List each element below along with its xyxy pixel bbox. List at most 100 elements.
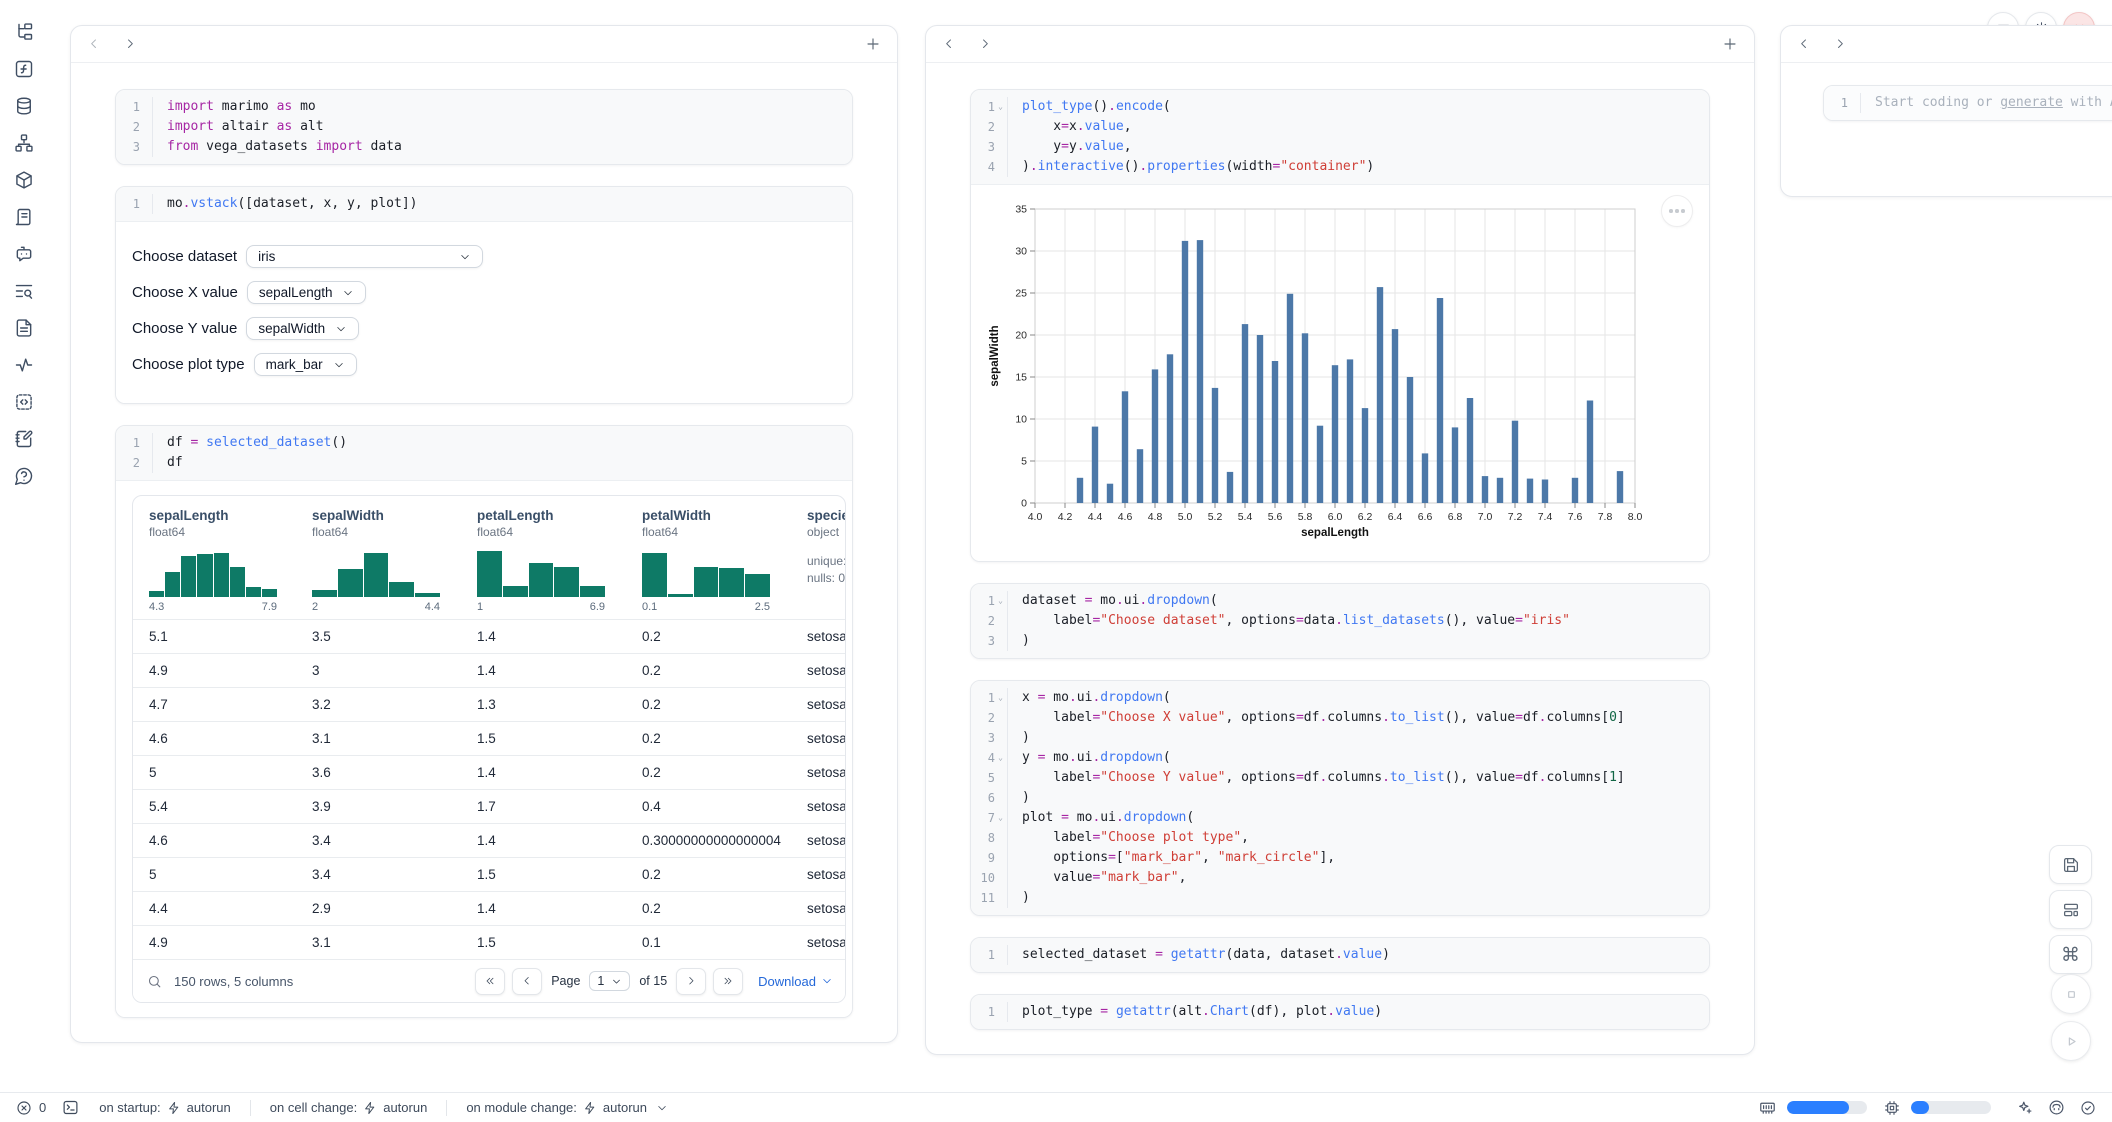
file-text-icon[interactable]	[14, 318, 34, 338]
table-row[interactable]: 4.73.21.30.2setosa	[133, 687, 845, 721]
run-mode-3[interactable]: on module change:autorun	[466, 1100, 668, 1115]
table-row[interactable]: 4.63.41.40.30000000000000004setosa	[133, 823, 845, 857]
database-icon[interactable]	[14, 96, 34, 116]
code-editor[interactable]: 1df = selected_dataset()2df	[116, 426, 852, 480]
cell-xy-dropdowns[interactable]: 1⌄x = mo.ui.dropdown(2 label="Choose X v…	[970, 680, 1710, 916]
help-circle-icon[interactable]	[14, 466, 34, 486]
cell-selected-dataset[interactable]: 1selected_dataset = getattr(data, datase…	[970, 937, 1710, 973]
table-row[interactable]: 4.931.40.2setosa	[133, 653, 845, 687]
cell-scratchpad[interactable]: 1 Start coding or generate with AI	[1823, 85, 2112, 121]
run-mode-2[interactable]: on cell change:autorun	[270, 1100, 428, 1115]
activity-icon[interactable]	[14, 355, 34, 375]
code-line: 4).interactive().properties(width="conta…	[971, 157, 1709, 177]
altair-bar-chart[interactable]: 051015202530354.04.24.44.64.85.05.25.45.…	[987, 201, 1659, 543]
ai-sparkles-icon[interactable]	[2016, 1099, 2033, 1116]
next-page-button[interactable]	[676, 968, 706, 995]
file-tree-icon[interactable]	[14, 22, 34, 42]
column-header-sepalWidth[interactable]: sepalWidthfloat6424.4	[298, 504, 463, 619]
copilot-icon[interactable]	[2048, 1099, 2065, 1116]
layout-button[interactable]	[2049, 890, 2092, 929]
svg-text:6.0: 6.0	[1328, 511, 1343, 523]
code-editor[interactable]: 1⌄dataset = mo.ui.dropdown(2 label="Choo…	[971, 584, 1709, 658]
scroll-icon[interactable]	[14, 207, 34, 227]
first-page-button[interactable]	[475, 968, 505, 995]
code-editor[interactable]: 1⌄x = mo.ui.dropdown(2 label="Choose X v…	[971, 681, 1709, 915]
chevron-left-icon[interactable]	[1797, 37, 1811, 51]
fold-chevron-icon[interactable]: ⌄	[995, 748, 1006, 768]
table-row[interactable]: 53.61.40.2setosa	[133, 755, 845, 789]
previous-page-button[interactable]	[512, 968, 542, 995]
code-line: 10 value="mark_bar",	[971, 868, 1709, 888]
cell-df[interactable]: 1df = selected_dataset()2df sepalLengthfl…	[115, 425, 853, 1018]
code-editor[interactable]: 1selected_dataset = getattr(data, datase…	[971, 938, 1709, 972]
selected-value: sepalWidth	[258, 321, 325, 336]
table-row[interactable]: 5.13.51.40.2setosa	[133, 619, 845, 653]
svg-text:5.2: 5.2	[1208, 511, 1223, 523]
terminal-button[interactable]	[62, 1099, 79, 1116]
run-mode-1[interactable]: on startup:autorun	[99, 1100, 231, 1115]
chart-actions-button[interactable]	[1661, 195, 1693, 227]
download-button[interactable]: Download	[758, 974, 833, 989]
histogram-bar	[503, 586, 528, 598]
last-page-button[interactable]	[713, 968, 743, 995]
choose-dataset-select[interactable]: iris	[246, 245, 483, 268]
cell-plot[interactable]: 1⌄plot_type().encode(2 x=x.value,3 y=y.v…	[970, 89, 1710, 562]
keyboard-shortcuts-button[interactable]: ⌘	[2049, 935, 2092, 974]
code-editor[interactable]: 1plot_type = getattr(alt.Chart(df), plot…	[971, 995, 1709, 1029]
chevron-right-icon[interactable]	[123, 37, 137, 51]
cell-imports[interactable]: 1import marimo as mo2import altair as al…	[115, 89, 853, 165]
fold-chevron-icon[interactable]: ⌄	[995, 808, 1006, 828]
snippets-icon[interactable]	[14, 392, 34, 412]
cell-plot-type[interactable]: 1plot_type = getattr(alt.Chart(df), plot…	[970, 994, 1710, 1030]
add-cell-icon[interactable]	[865, 36, 881, 52]
connection-status-icon[interactable]	[2080, 1100, 2096, 1116]
chevron-right-icon[interactable]	[1833, 37, 1847, 51]
fold-chevron-icon[interactable]: ⌄	[995, 97, 1006, 117]
errors-indicator[interactable]: 0	[16, 1100, 46, 1116]
histogram-bar	[580, 586, 605, 598]
choose-y-value-select[interactable]: sepalWidth	[246, 317, 359, 340]
fold-chevron-icon[interactable]: ⌄	[995, 688, 1006, 708]
column-header-sepalLength[interactable]: sepalLengthfloat644.37.9	[133, 504, 298, 619]
zap-icon	[583, 1101, 597, 1115]
line-number: 5	[971, 768, 1008, 788]
chevron-left-icon[interactable]	[87, 37, 101, 51]
text-search-icon[interactable]	[14, 281, 34, 301]
run-button[interactable]	[2051, 1021, 2091, 1061]
function-square-icon[interactable]	[14, 59, 34, 79]
table-row[interactable]: 5.43.91.70.4setosa	[133, 789, 845, 823]
table-row[interactable]: 4.93.11.50.1setosa	[133, 925, 845, 959]
page-select[interactable]: 1	[589, 971, 630, 991]
table-cell: 2.9	[298, 901, 463, 916]
column-header-species[interactable]: speciesobjectunique: 3nulls: 0	[793, 504, 845, 619]
cell-dataset-dropdown[interactable]: 1⌄dataset = mo.ui.dropdown(2 label="Choo…	[970, 583, 1710, 659]
hist-min: 4.3	[149, 601, 164, 613]
code-editor[interactable]: 1mo.vstack([dataset, x, y, plot])	[116, 187, 852, 221]
stop-button[interactable]	[2051, 974, 2091, 1014]
column-header-petalLength[interactable]: petalLengthfloat6416.9	[463, 504, 628, 619]
dependency-graph-icon[interactable]	[14, 133, 34, 153]
add-cell-icon[interactable]	[1722, 36, 1738, 52]
chevron-left-icon[interactable]	[942, 37, 956, 51]
line-number: 2	[971, 117, 1008, 137]
scratchpad-placeholder[interactable]: Start coding or generate with AI	[1861, 93, 2112, 113]
fold-chevron-icon[interactable]: ⌄	[995, 591, 1006, 611]
chat-bot-icon[interactable]	[14, 244, 34, 264]
choose-x-value-select[interactable]: sepalLength	[247, 281, 367, 304]
code-editor[interactable]: 1import marimo as mo2import altair as al…	[116, 90, 852, 164]
table-row[interactable]: 4.63.11.50.2setosa	[133, 721, 845, 755]
notebook-pen-icon[interactable]	[14, 429, 34, 449]
table-cell: 5.1	[133, 629, 298, 644]
cell-vstack[interactable]: 1mo.vstack([dataset, x, y, plot])Choose …	[115, 186, 853, 404]
chevron-right-icon[interactable]	[978, 37, 992, 51]
package-icon[interactable]	[14, 170, 34, 190]
code-editor[interactable]: 1⌄plot_type().encode(2 x=x.value,3 y=y.v…	[971, 90, 1709, 184]
hist-min: 2	[312, 601, 318, 613]
search-icon[interactable]	[147, 974, 162, 989]
table-row[interactable]: 53.41.50.2setosa	[133, 857, 845, 891]
generate-link[interactable]: generate	[2000, 95, 2063, 110]
choose-plot-type-select[interactable]: mark_bar	[254, 353, 357, 376]
save-button[interactable]	[2049, 845, 2092, 884]
table-row[interactable]: 4.42.91.40.2setosa	[133, 891, 845, 925]
column-header-petalWidth[interactable]: petalWidthfloat640.12.5	[628, 504, 793, 619]
